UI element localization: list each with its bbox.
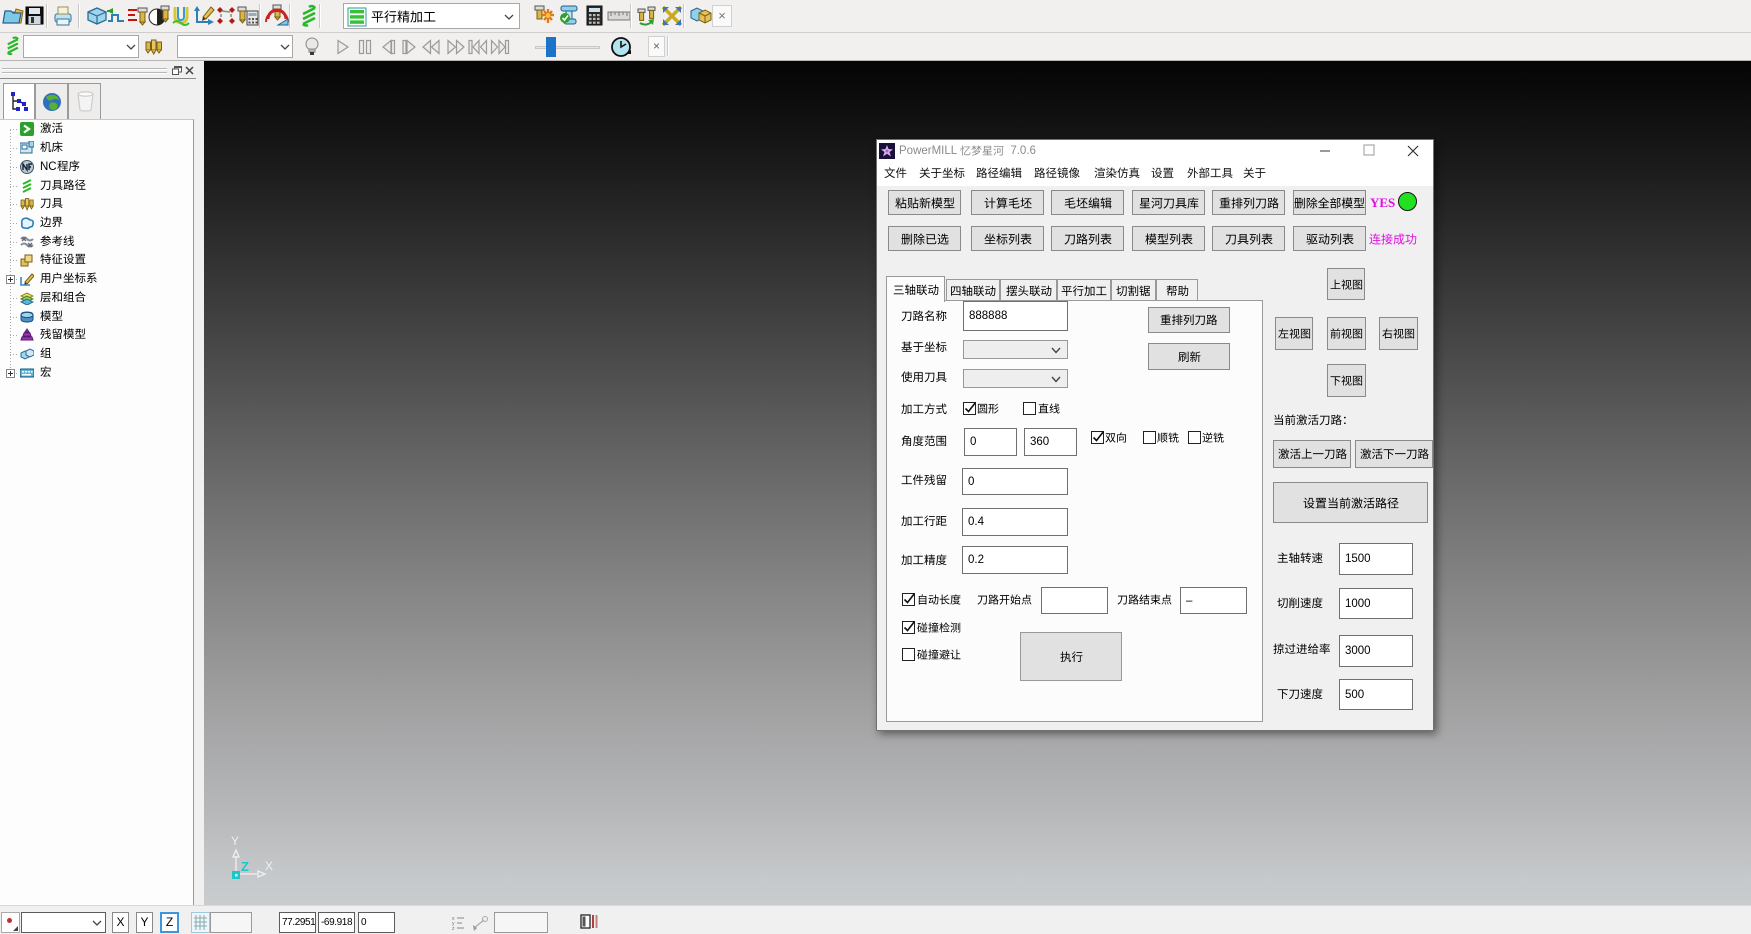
svg-text:Z: Z [241,859,249,874]
svg-text:Y: Y [231,834,239,848]
svg-text:X: X [265,859,273,873]
svg-text:z: z [452,926,455,930]
